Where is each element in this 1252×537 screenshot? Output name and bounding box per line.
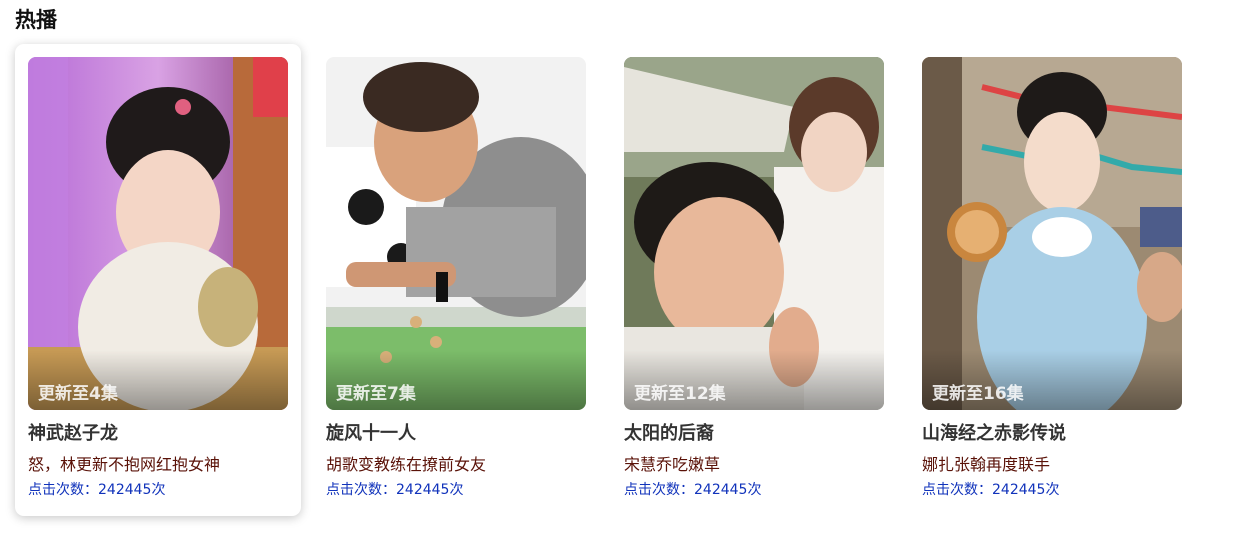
click-count: 点击次数：242445次 <box>326 482 464 498</box>
card-subtitle: 怒，林更新不抱网红抱女神 <box>28 455 221 474</box>
poster-image[interactable]: 更新至7集 <box>326 57 586 410</box>
video-card[interactable]: 更新至12集 太阳的后裔 宋慧乔吃嫩草 点击次数：242445次 <box>611 44 897 516</box>
card-title[interactable]: 山海经之赤影传说 <box>922 422 1066 446</box>
video-card[interactable]: 更新至4集 神武赵子龙 怒，林更新不抱网红抱女神 点击次数：242445次 <box>15 44 301 516</box>
click-count: 点击次数：242445次 <box>28 482 166 498</box>
poster-image[interactable]: 更新至12集 <box>624 57 884 410</box>
card-subtitle: 娜扎张翰再度联手 <box>922 455 1051 474</box>
card-subtitle: 胡歌变教练在撩前女友 <box>326 455 487 474</box>
click-count: 点击次数：242445次 <box>624 482 762 498</box>
episode-badge: 更新至4集 <box>38 384 118 404</box>
episode-badge: 更新至16集 <box>932 384 1024 404</box>
click-count: 点击次数：242445次 <box>922 482 1060 498</box>
card-title[interactable]: 神武赵子龙 <box>28 422 118 446</box>
episode-badge: 更新至12集 <box>634 384 726 404</box>
episode-badge: 更新至7集 <box>336 384 416 404</box>
video-card[interactable]: 更新至7集 旋风十一人 胡歌变教练在撩前女友 点击次数：242445次 <box>313 44 599 516</box>
card-title[interactable]: 旋风十一人 <box>326 422 416 446</box>
video-card[interactable]: 更新至16集 山海经之赤影传说 娜扎张翰再度联手 点击次数：242445次 <box>909 44 1195 516</box>
poster-image[interactable]: 更新至4集 <box>28 57 288 410</box>
section-title: 热播 <box>15 8 57 32</box>
poster-image[interactable]: 更新至16集 <box>922 57 1182 410</box>
card-title[interactable]: 太阳的后裔 <box>624 422 714 446</box>
card-subtitle: 宋慧乔吃嫩草 <box>624 455 721 474</box>
